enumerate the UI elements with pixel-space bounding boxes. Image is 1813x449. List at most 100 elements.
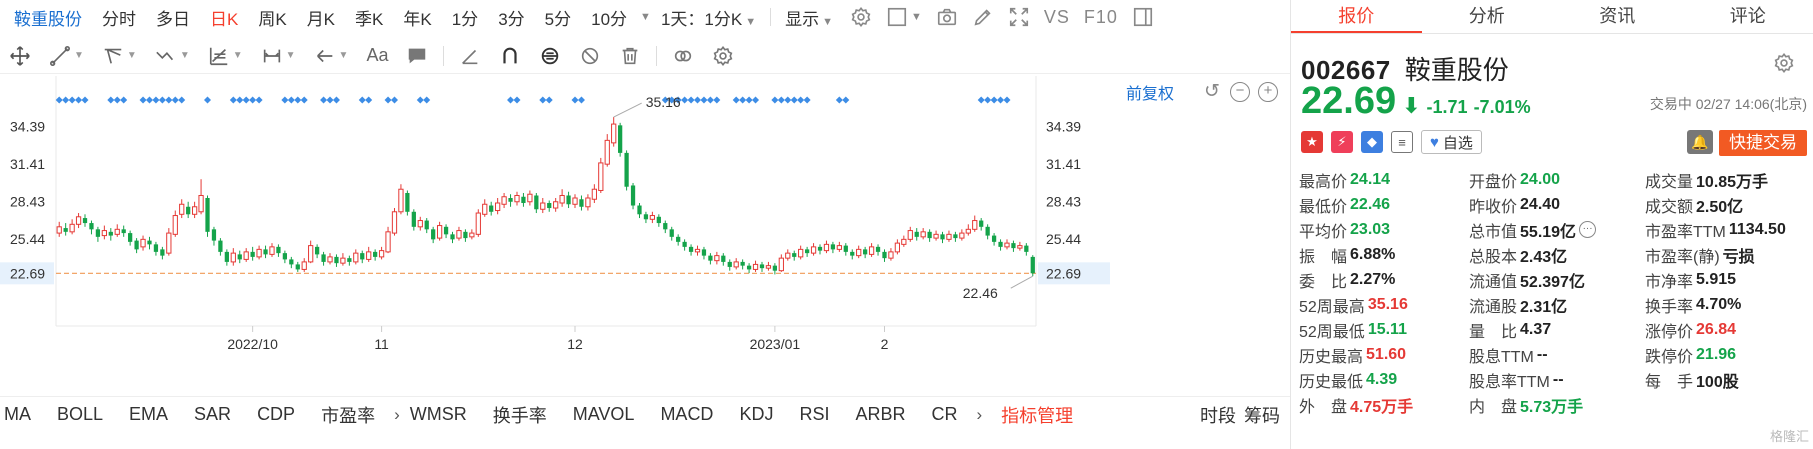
chips-button[interactable]: 筹码 bbox=[1240, 402, 1290, 428]
china-flag-icon: ★ bbox=[1301, 131, 1323, 153]
side-panel-icon[interactable] bbox=[1125, 6, 1161, 28]
signal-marker bbox=[204, 96, 212, 104]
indicator-manage-button[interactable]: 指标管理 bbox=[988, 402, 1086, 428]
chart-style-select[interactable]: ▼ bbox=[879, 6, 929, 28]
arrow-tool-icon[interactable]: ▼ bbox=[305, 45, 358, 67]
kline-chart[interactable]: 34.39 34.39 31.41 31.41 28.43 28.43 25.44 25.44… bbox=[0, 76, 1290, 396]
candle-body bbox=[237, 254, 242, 260]
chevron-right-icon[interactable]: › bbox=[970, 405, 988, 425]
period-tab[interactable]: 年K bbox=[393, 5, 441, 30]
magnet-icon[interactable] bbox=[490, 45, 530, 67]
text-tool[interactable]: Aa bbox=[357, 45, 397, 66]
period-tab[interactable]: 周K bbox=[248, 5, 296, 30]
channel-tool-icon[interactable]: ▼ bbox=[93, 45, 146, 67]
indicator-item[interactable]: MA bbox=[0, 404, 44, 425]
settings-gear-icon[interactable] bbox=[843, 6, 879, 28]
candle-body bbox=[591, 188, 597, 200]
y-tick-label-left: 22.69 bbox=[10, 265, 45, 281]
candle-body bbox=[907, 230, 913, 240]
note-icon[interactable]: ≡ bbox=[1391, 131, 1413, 153]
tab-analysis[interactable]: 分析 bbox=[1422, 0, 1553, 33]
quote-cell: 历史最高 51.60 bbox=[1299, 343, 1469, 367]
quote-row: 平均价 23.03 总市值 55.19亿 ··· 市盈率TTM 1134.50 bbox=[1299, 217, 1809, 242]
period-tab[interactable]: 月K bbox=[297, 5, 345, 30]
candle-body bbox=[547, 203, 552, 209]
zoom-in-icon[interactable]: + bbox=[1258, 82, 1278, 102]
adjust-mode-label[interactable]: 前复权 bbox=[1126, 80, 1174, 104]
measure-tool-icon[interactable]: ▼ bbox=[252, 45, 305, 67]
indicator-item[interactable]: CR bbox=[918, 404, 970, 425]
candle-body bbox=[385, 231, 391, 253]
signal-marker bbox=[255, 96, 263, 104]
pen-icon[interactable] bbox=[965, 6, 1001, 28]
indicator-item[interactable]: MAVOL bbox=[560, 404, 648, 425]
indicator-item[interactable]: KDJ bbox=[726, 404, 786, 425]
fullscreen-icon[interactable] bbox=[1001, 6, 1037, 28]
line-tool-icon[interactable]: ▼ bbox=[40, 45, 93, 67]
period-tab[interactable]: 1分 bbox=[442, 5, 488, 30]
trash-icon[interactable] bbox=[610, 45, 650, 67]
quote-value: 15.11 bbox=[1367, 320, 1407, 338]
signal-marker bbox=[294, 96, 302, 104]
range-select[interactable]: 1天：1分K ▼ bbox=[651, 5, 766, 30]
zoom-out-icon[interactable]: − bbox=[1230, 82, 1250, 102]
period-tab[interactable]: 3分 bbox=[488, 5, 534, 30]
period-tab[interactable]: 多日 bbox=[146, 5, 200, 30]
vs-compare-button[interactable]: VS bbox=[1037, 7, 1077, 28]
comment-icon[interactable] bbox=[397, 45, 437, 67]
indicator-item[interactable]: 换手率 bbox=[480, 402, 560, 428]
more-icon[interactable]: ··· bbox=[1579, 221, 1597, 238]
x-tick-label: 2023/01 bbox=[750, 336, 801, 352]
camera-icon[interactable] bbox=[929, 6, 965, 28]
quote-cell: 换手率 4.70% bbox=[1645, 293, 1809, 317]
indicator-item[interactable]: ARBR bbox=[842, 404, 918, 425]
candle-body bbox=[1030, 256, 1035, 274]
add-watchlist-button[interactable]: ♥ 自选 bbox=[1421, 130, 1482, 154]
quote-value: 26.84 bbox=[1696, 320, 1737, 338]
kline-chart-area[interactable]: 34.39 34.39 31.41 31.41 28.43 28.43 25.44 25.44… bbox=[0, 76, 1290, 396]
overlay-icon[interactable] bbox=[663, 45, 703, 67]
indicator-item[interactable]: BOLL bbox=[44, 404, 116, 425]
quick-trade-button[interactable]: 快捷交易 bbox=[1719, 130, 1807, 156]
display-menu[interactable]: 显示 ▼ bbox=[775, 5, 843, 30]
time-period-button[interactable]: 时段 bbox=[1196, 402, 1240, 428]
hot-icon[interactable]: ⚡ bbox=[1331, 131, 1353, 153]
hide-drawing-icon[interactable] bbox=[570, 45, 610, 67]
indicator-item[interactable]: MACD bbox=[647, 404, 726, 425]
indicator-item[interactable]: 市盈率 bbox=[308, 402, 388, 428]
quote-label: 内 盘 bbox=[1469, 398, 1518, 416]
wave-tool-icon[interactable]: ▼ bbox=[146, 45, 199, 67]
quote-value: 1134.50 bbox=[1728, 220, 1786, 238]
tab-news[interactable]: 资讯 bbox=[1552, 0, 1683, 33]
tag-icon[interactable]: ◆ bbox=[1361, 131, 1383, 153]
period-tab[interactable]: 分时 bbox=[92, 5, 146, 30]
signal-marker bbox=[990, 96, 998, 104]
gear-icon[interactable] bbox=[1773, 52, 1795, 79]
period-tab[interactable]: 10分 bbox=[581, 5, 637, 30]
period-tab[interactable]: 季K bbox=[345, 5, 393, 30]
indicator-item[interactable]: RSI bbox=[786, 404, 842, 425]
angle-tool-icon[interactable] bbox=[450, 45, 490, 67]
f10-button[interactable]: F10 bbox=[1077, 7, 1125, 28]
bell-icon[interactable]: 🔔 bbox=[1687, 130, 1713, 154]
period-tab[interactable]: 日K bbox=[200, 5, 248, 30]
tab-quote[interactable]: 报价 bbox=[1291, 0, 1422, 33]
move-icon[interactable] bbox=[0, 45, 40, 67]
period-tab[interactable]: 5分 bbox=[535, 5, 581, 30]
indicator-item[interactable]: CDP bbox=[244, 404, 308, 425]
fibonacci-tool-icon[interactable]: ▼ bbox=[199, 45, 252, 67]
chevron-right-icon[interactable]: › bbox=[388, 405, 406, 425]
lock-drawing-icon[interactable] bbox=[530, 45, 570, 67]
draw-settings-icon[interactable] bbox=[703, 45, 743, 67]
stock-name-link[interactable]: 鞍重股份 bbox=[0, 5, 92, 30]
chevron-down-icon[interactable]: ▼ bbox=[640, 11, 651, 23]
tab-comments[interactable]: 评论 bbox=[1683, 0, 1813, 33]
quote-value: 55.19亿 bbox=[1520, 223, 1577, 241]
candle-body bbox=[69, 223, 75, 233]
indicator-item[interactable]: EMA bbox=[116, 404, 181, 425]
undo-icon[interactable]: ↺ bbox=[1202, 82, 1222, 102]
indicator-item[interactable]: SAR bbox=[181, 404, 244, 425]
candle-body bbox=[694, 248, 701, 253]
indicator-item[interactable]: WMSR bbox=[406, 404, 480, 425]
candle-body bbox=[340, 257, 346, 264]
